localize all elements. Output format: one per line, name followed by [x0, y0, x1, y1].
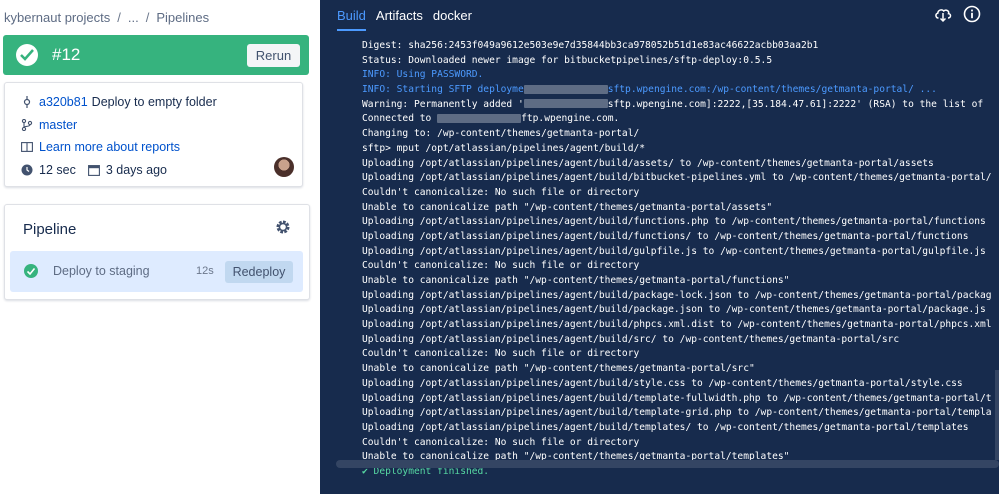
log-text: sftp.wpengine.com]:2222,[35.184.47.61]:2… — [607, 98, 984, 110]
step-time: 12s — [196, 265, 214, 277]
log-text: sftp.wpengine.com:/wp-content/themes/get… — [607, 84, 937, 96]
commit-row: a320b81 Deploy to empty folder — [21, 95, 217, 109]
redacted-text — [523, 99, 608, 109]
log-line: Uploading /opt/atlassian/pipelines/agent… — [362, 319, 992, 331]
build-number: #12 — [52, 45, 81, 64]
redeploy-button[interactable]: Redeploy — [225, 261, 293, 283]
reports-row: Learn more about reports — [21, 140, 180, 154]
log-line: Uploading /opt/atlassian/pipelines/agent… — [362, 245, 986, 257]
gear-icon[interactable] — [275, 219, 291, 235]
breadcrumb-item-ellipsis[interactable]: ... — [128, 10, 139, 25]
horizontal-scrollbar[interactable] — [336, 460, 999, 468]
tab-docker[interactable]: docker — [433, 8, 472, 31]
breadcrumb-item-project[interactable]: kybernaut projects — [4, 10, 110, 25]
log-line: INFO: Using PASSWORD. — [362, 69, 484, 81]
info-icon[interactable] — [963, 5, 981, 23]
log-line: Connected to ftp.wpengine.com. — [362, 112, 999, 127]
log-line: Uploading /opt/atlassian/pipelines/agent… — [362, 304, 986, 316]
log-text: INFO: Starting SFTP deployme — [362, 84, 524, 96]
log-line: INFO: Starting SFTP deployme sftp.wpengin… — [362, 83, 999, 98]
breadcrumb-separator: / — [145, 10, 150, 25]
log-line: Couldn't canonicalize: No such file or d… — [362, 186, 640, 198]
log-text: ftp.wpengine.com. — [521, 113, 620, 125]
redacted-text — [523, 84, 608, 94]
log-line: Couldn't canonicalize: No such file or d… — [362, 348, 640, 360]
commit-message: Deploy to empty folder — [91, 95, 217, 109]
build-duration: 12 sec — [39, 163, 76, 177]
avatar[interactable] — [274, 157, 294, 177]
log-line: Warning: Permanently added ' sftp.wpengin… — [362, 98, 999, 113]
log-line: Uploading /opt/atlassian/pipelines/agent… — [362, 230, 969, 242]
log-line: Unable to canonicalize path "/wp-content… — [362, 201, 773, 213]
log-pane: Build Artifacts docker Digest: sha256:24… — [320, 0, 999, 494]
redacted-text — [437, 113, 522, 123]
step-name: Deploy to staging — [53, 264, 150, 278]
log-line: Status: Downloaded newer image for bitbu… — [362, 54, 773, 66]
log-text: Connected to — [362, 113, 438, 125]
log-line: Unable to canonicalize path "/wp-content… — [362, 363, 755, 375]
log-line: Uploading /opt/atlassian/pipelines/agent… — [362, 289, 992, 301]
log-line: Uploading /opt/atlassian/pipelines/agent… — [362, 392, 992, 404]
log-tabs: Build Artifacts docker — [337, 8, 482, 31]
breadcrumb: kybernaut projects /... / Pipelines — [4, 10, 213, 25]
build-status-header: #12 Rerun — [3, 35, 309, 75]
left-pane: kybernaut projects /... / Pipelines #12 Rer… — [0, 0, 318, 494]
log-line: Uploading /opt/atlassian/pipelines/agent… — [362, 216, 986, 228]
log-line: Uploading /opt/atlassian/pipelines/agent… — [362, 421, 969, 433]
log-line: Unable to canonicalize path "/wp-content… — [362, 275, 790, 286]
log-line: Couldn't canonicalize: No such file or d… — [362, 436, 640, 448]
build-info-card: a320b81 Deploy to empty folder master Le… — [4, 82, 303, 187]
meta-row: 12 sec 3 days ago — [21, 163, 167, 177]
log-line: Uploading /opt/atlassian/pipelines/agent… — [362, 407, 992, 419]
clock-icon — [21, 164, 33, 176]
branch-row: master — [21, 118, 77, 132]
pipeline-step-row[interactable]: Deploy to staging 12s Redeploy — [10, 251, 303, 292]
log-line: Couldn't canonicalize: No such file or d… — [362, 260, 640, 272]
calendar-icon — [87, 164, 100, 176]
breadcrumb-separator: / — [117, 10, 121, 25]
report-icon — [21, 141, 33, 153]
step-success-icon — [24, 264, 38, 278]
build-log: Digest: sha256:2453f049a9612e503e9e7d358… — [362, 39, 999, 480]
log-line: Uploading /opt/atlassian/pipelines/agent… — [362, 333, 900, 345]
commit-icon — [21, 96, 33, 108]
learn-reports-link[interactable]: Learn more about reports — [39, 140, 180, 154]
commit-hash-link[interactable]: a320b81 — [39, 95, 88, 109]
vertical-scrollbar[interactable] — [995, 370, 999, 460]
log-line: sftp> mput /opt/atlassian/pipelines/agen… — [362, 142, 646, 154]
log-line: Digest: sha256:2453f049a9612e503e9e7d358… — [362, 40, 819, 51]
log-line: Uploading /opt/atlassian/pipelines/agent… — [362, 172, 992, 184]
breadcrumb-item-pipelines[interactable]: Pipelines — [156, 10, 209, 25]
log-line: Uploading /opt/atlassian/pipelines/agent… — [362, 377, 963, 389]
branch-icon — [21, 118, 33, 132]
cloud-download-icon[interactable] — [934, 5, 952, 23]
rerun-button[interactable]: Rerun — [247, 44, 300, 67]
pipeline-title: Pipeline — [23, 221, 77, 238]
branch-link[interactable]: master — [39, 118, 77, 132]
pipeline-card: Pipeline Deploy to staging 12s Redeploy — [4, 204, 310, 300]
log-line: Uploading /opt/atlassian/pipelines/agent… — [362, 157, 934, 169]
tab-artifacts[interactable]: Artifacts — [376, 8, 423, 31]
log-line: Changing to: /wp-content/themes/getmanta… — [362, 128, 640, 140]
log-text: Warning: Permanently added ' — [362, 98, 524, 110]
build-date: 3 days ago — [105, 163, 168, 177]
tab-build[interactable]: Build — [337, 8, 366, 31]
success-check-icon — [16, 44, 38, 66]
